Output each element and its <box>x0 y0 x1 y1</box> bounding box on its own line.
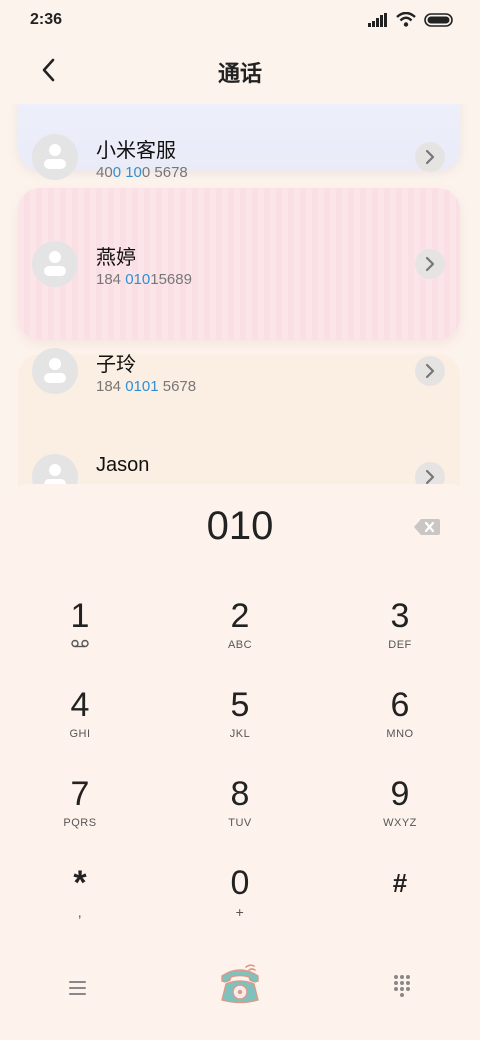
key-1[interactable]: 1 <box>20 596 140 676</box>
dialed-number-display: 010 <box>206 504 274 548</box>
key-0[interactable]: 0 + <box>180 863 300 943</box>
status-bar: 2:36 <box>0 0 480 40</box>
backspace-icon <box>414 519 440 535</box>
page-title: 通话 <box>217 62 262 87</box>
contact-number: 184 01015689 <box>96 271 192 288</box>
key-7[interactable]: 7 PQRS <box>20 774 140 854</box>
voicemail-icon <box>71 639 89 648</box>
chevron-right-icon <box>425 256 435 272</box>
avatar <box>32 348 78 394</box>
rotary-phone-icon <box>221 964 259 1004</box>
key-2[interactable]: 2 ABC <box>180 596 300 676</box>
contact-row[interactable]: 燕婷 184 01015689 <box>0 241 480 301</box>
key-hash[interactable]: # <box>340 863 460 943</box>
chevron-right-icon <box>425 363 435 379</box>
contact-name: 子玲 <box>96 352 136 376</box>
key-3[interactable]: 3 DEF <box>340 596 460 676</box>
contact-name: Jason <box>96 454 150 476</box>
contact-name: 小米客服 <box>96 138 176 162</box>
wifi-icon <box>396 12 416 27</box>
contact-detail-button[interactable] <box>415 249 445 279</box>
dialpad-toggle-button[interactable] <box>392 974 412 998</box>
contact-number: 400 100 5678 <box>96 164 188 181</box>
chevron-right-icon <box>425 149 435 165</box>
contact-detail-button[interactable] <box>415 142 445 172</box>
key-9[interactable]: 9 WXYZ <box>340 774 460 854</box>
contact-row[interactable]: 子玲 184 0101 5678 <box>0 348 480 408</box>
menu-button[interactable] <box>66 978 90 998</box>
dialer-panel: 010 1 2 ABC 3 DEF 4 GHI 5 JKL 6 MNO 7 PQ… <box>0 484 480 1040</box>
battery-icon <box>424 12 453 27</box>
key-5[interactable]: 5 JKL <box>180 685 300 765</box>
status-icons <box>368 12 454 27</box>
contact-number: 184 0101 5678 <box>96 378 197 395</box>
call-button[interactable] <box>216 962 264 1006</box>
contact-detail-button[interactable] <box>415 356 445 386</box>
key-6[interactable]: 6 MNO <box>340 685 460 765</box>
backspace-button[interactable] <box>413 516 441 538</box>
avatar <box>32 241 78 287</box>
hamburger-menu-icon <box>69 981 86 995</box>
contact-name: 燕婷 <box>96 245 136 269</box>
status-time: 2:36 <box>30 11 63 28</box>
dialpad-icon <box>394 975 410 997</box>
contact-list: 小米客服 400 100 5678 燕婷 184 01015689 子玲 184… <box>0 104 480 504</box>
chevron-right-icon <box>425 469 435 485</box>
avatar <box>32 134 78 180</box>
key-4[interactable]: 4 GHI <box>20 685 140 765</box>
key-star[interactable]: * , <box>20 863 140 943</box>
contact-row[interactable]: 小米客服 400 100 5678 <box>0 134 480 194</box>
signal-icon <box>368 12 387 27</box>
header: 通话 <box>0 40 480 104</box>
key-8[interactable]: 8 TUV <box>180 774 300 854</box>
